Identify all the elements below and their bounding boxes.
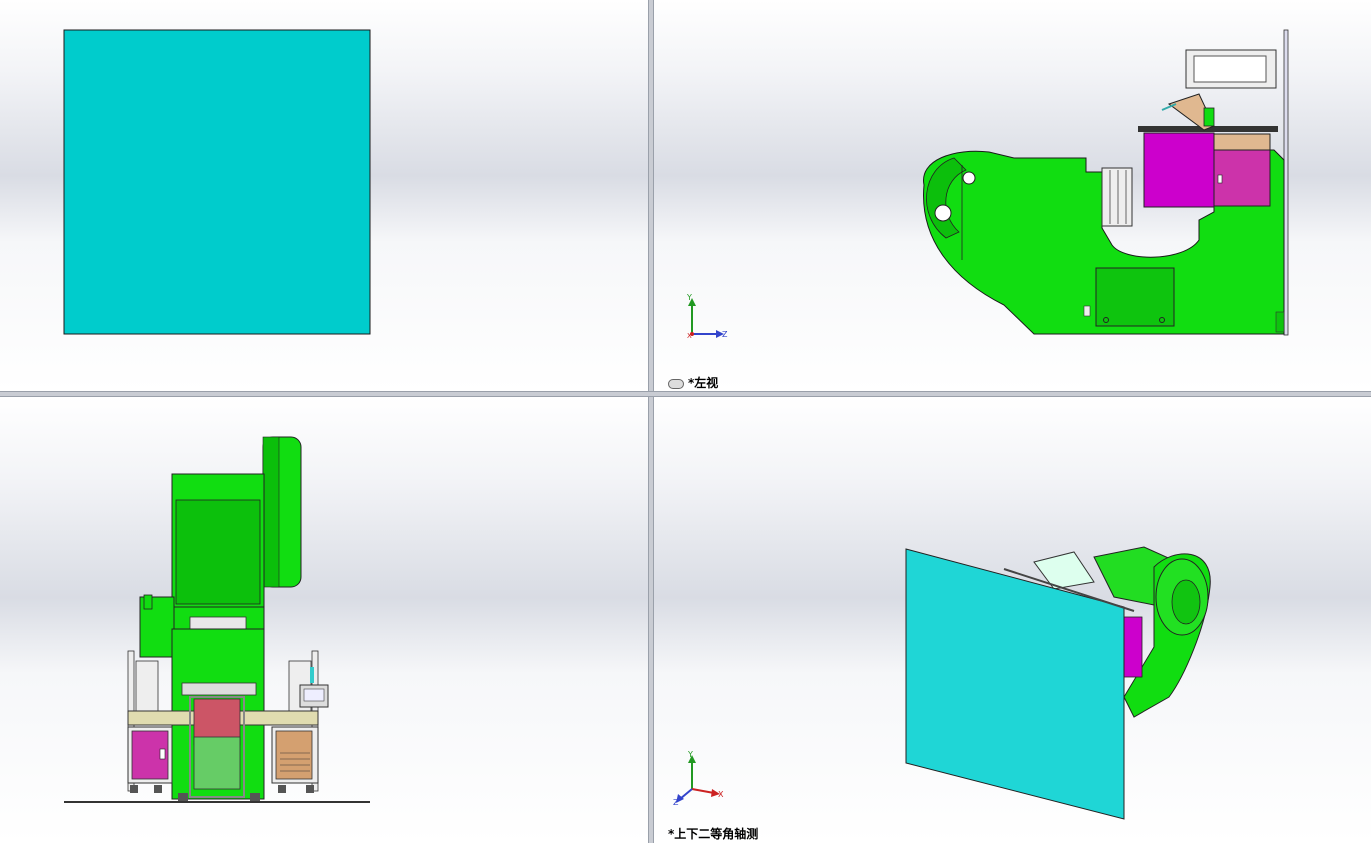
left-view-label-text: *左视 [688,376,719,390]
cyan-plate [63,29,371,335]
axis-triad: Y Z X [686,293,728,340]
triad-y-label: Y [686,293,692,302]
isometric-view-graphics: Y X Z [673,546,1211,820]
back-plate-edge [1283,29,1289,336]
viewport-bottom-left[interactable] [0,397,648,843]
iso-axis-triad: Y X Z [673,750,724,807]
iso-cabinet [1123,616,1143,678]
left-view-graphics: Y Z X [686,29,1289,340]
triad-z-label: Z [722,330,728,339]
viewport-top-left[interactable] [0,0,648,391]
top-view-graphics [64,436,370,803]
pulley-block [1101,167,1133,227]
view-link-icon [668,378,684,389]
left-view-label[interactable]: *左视 [668,374,718,391]
cabinet-magenta [1143,132,1215,208]
hole-2 [962,171,976,185]
cabinet-tan [275,730,313,780]
triad-x-label: X [687,332,692,340]
iso-triad-z-label: Z [673,798,679,807]
cabinet-magenta-2 [1213,149,1271,207]
iso-view-label-text: *上下二等角轴测 [668,827,759,841]
iso-cyan-plate [905,548,1125,820]
iso-triad-y-label: Y [687,750,693,759]
iso-view-label[interactable]: *上下二等角轴测 [668,825,758,842]
iso-triad-x-label: X [718,790,724,799]
top-bracket-window [1193,55,1267,83]
hole-1 [934,204,952,222]
viewport-bottom-right[interactable]: Y X Z *上下二等角轴测 [654,397,1371,843]
tan-drawer [1213,133,1271,151]
viewport-top-right[interactable]: Y Z X *左视 [654,0,1371,391]
front-view-graphics [63,29,371,335]
